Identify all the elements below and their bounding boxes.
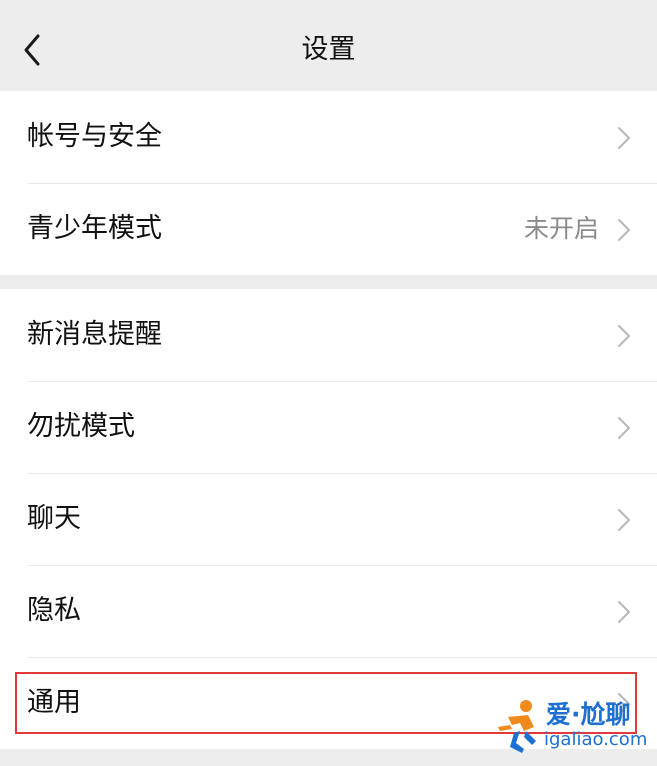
nav-bar: 设置: [0, 0, 657, 91]
settings-item-label: 隐私: [27, 595, 81, 626]
settings-item-label: 通用: [27, 687, 81, 718]
settings-item-do-not-disturb[interactable]: 勿扰模式: [0, 381, 657, 473]
watermark-site: igaliao.com: [544, 729, 648, 750]
settings-item-new-message-alerts[interactable]: 新消息提醒: [0, 289, 657, 381]
settings-group-general: 新消息提醒 勿扰模式 聊天 隐私 通用: [0, 289, 657, 749]
settings-item-privacy[interactable]: 隐私: [0, 565, 657, 657]
chevron-right-icon: [617, 600, 631, 624]
chevron-right-icon: [617, 416, 631, 440]
chevron-right-icon: [617, 218, 631, 242]
watermark-brand: 爱·尬聊: [546, 700, 631, 729]
settings-item-label: 青少年模式: [27, 213, 162, 244]
chevron-right-icon: [617, 508, 631, 532]
watermark: 爱·尬聊 igaliao.com: [494, 693, 652, 759]
settings-item-chat[interactable]: 聊天: [0, 473, 657, 565]
settings-item-label: 勿扰模式: [27, 411, 135, 442]
running-figure-logo-icon: [494, 697, 544, 755]
settings-item-label: 新消息提醒: [27, 319, 162, 350]
chevron-right-icon: [617, 126, 631, 150]
settings-item-label: 聊天: [27, 503, 81, 534]
teen-mode-status: 未开启: [523, 214, 599, 243]
settings-item-teen-mode[interactable]: 青少年模式 未开启: [0, 183, 657, 275]
settings-item-label: 帐号与安全: [27, 121, 162, 152]
page-title: 设置: [301, 34, 356, 65]
settings-item-account-security[interactable]: 帐号与安全: [0, 91, 657, 183]
settings-group-account: 帐号与安全 青少年模式 未开启: [0, 91, 657, 275]
chevron-right-icon: [617, 324, 631, 348]
